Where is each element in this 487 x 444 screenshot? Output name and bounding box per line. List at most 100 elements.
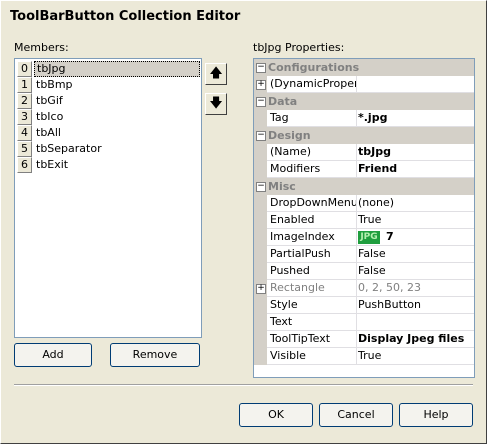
property-value[interactable]: False bbox=[356, 263, 474, 279]
property-row[interactable]: ImageIndex JPG 7 bbox=[254, 229, 474, 246]
property-row[interactable]: Text bbox=[254, 314, 474, 331]
list-item[interactable]: 1 tbBmp bbox=[16, 77, 200, 93]
list-item[interactable]: 0 tbJpg bbox=[16, 61, 200, 77]
cancel-button[interactable]: Cancel bbox=[319, 403, 393, 427]
list-item-index: 2 bbox=[17, 93, 32, 109]
property-row[interactable]: Pushed False bbox=[254, 263, 474, 280]
list-item[interactable]: 4 tbAll bbox=[16, 125, 200, 141]
separator bbox=[14, 384, 473, 386]
move-up-button[interactable]: 🡅 bbox=[205, 63, 227, 85]
row-gutter bbox=[254, 348, 267, 365]
property-value[interactable]: PushButton bbox=[356, 297, 474, 313]
list-item[interactable]: 2 tbGif bbox=[16, 93, 200, 109]
category-row[interactable]: − Design bbox=[254, 127, 474, 144]
row-gutter bbox=[254, 229, 267, 246]
list-item-name: tbBmp bbox=[36, 78, 73, 91]
collapse-icon[interactable]: − bbox=[256, 182, 266, 192]
property-name: Tag bbox=[268, 110, 357, 126]
row-gutter bbox=[254, 212, 267, 229]
remove-button[interactable]: Remove bbox=[110, 343, 200, 367]
property-value[interactable]: JPG 7 bbox=[356, 229, 474, 245]
list-item-name: tbGif bbox=[36, 94, 63, 107]
list-item-index: 1 bbox=[17, 77, 32, 93]
list-item-index: 5 bbox=[17, 141, 32, 157]
category-name: Data bbox=[268, 95, 298, 108]
row-gutter bbox=[254, 246, 267, 263]
property-name: ImageIndex bbox=[268, 229, 357, 245]
property-name: Rectangle bbox=[268, 280, 357, 296]
property-name: Pushed bbox=[268, 263, 357, 279]
list-item-index: 4 bbox=[17, 125, 32, 141]
add-button[interactable]: Add bbox=[14, 343, 92, 367]
row-gutter bbox=[254, 195, 267, 212]
property-grid[interactable]: −Configurations+(DynamicPropertie−DataTa… bbox=[253, 58, 475, 378]
list-item-index: 0 bbox=[17, 61, 32, 77]
property-value[interactable]: True bbox=[356, 212, 474, 228]
property-value[interactable]: (none) bbox=[356, 195, 474, 211]
collapse-icon[interactable]: − bbox=[256, 63, 266, 73]
property-row[interactable]: Tag *.jpg bbox=[254, 110, 474, 127]
property-name: (Name) bbox=[268, 144, 357, 160]
property-value[interactable]: True bbox=[356, 348, 474, 364]
expand-icon[interactable]: + bbox=[256, 284, 266, 294]
property-row[interactable]: Enabled True bbox=[254, 212, 474, 229]
list-item[interactable]: 5 tbSeparator bbox=[16, 141, 200, 157]
property-name: PartialPush bbox=[268, 246, 357, 262]
property-name: Style bbox=[268, 297, 357, 313]
property-value[interactable]: *.jpg bbox=[356, 110, 474, 126]
list-item[interactable]: 6 tbExit bbox=[16, 157, 200, 173]
category-row[interactable]: − Configurations bbox=[254, 59, 474, 76]
list-item-name: tbJpg bbox=[34, 61, 200, 77]
list-item-name: tbIco bbox=[36, 110, 64, 123]
row-gutter bbox=[254, 161, 267, 178]
property-name: Enabled bbox=[268, 212, 357, 228]
list-item-name: tbAll bbox=[36, 126, 61, 139]
property-name: Visible bbox=[268, 348, 357, 364]
properties-label: tbJpg Properties: bbox=[253, 41, 345, 54]
property-value[interactable] bbox=[356, 314, 474, 330]
move-down-button[interactable]: 🡇 bbox=[205, 93, 227, 115]
property-row[interactable]: Visible True bbox=[254, 348, 474, 365]
expand-icon[interactable]: + bbox=[256, 80, 266, 90]
list-item-index: 6 bbox=[17, 157, 32, 173]
window-title: ToolBarButton Collection Editor bbox=[10, 9, 241, 24]
property-row[interactable]: (Name) tbJpg bbox=[254, 144, 474, 161]
property-row[interactable]: +(DynamicPropertie bbox=[254, 76, 474, 93]
property-value[interactable]: 0, 2, 50, 23 bbox=[356, 280, 474, 296]
property-row[interactable]: Style PushButton bbox=[254, 297, 474, 314]
category-row[interactable]: − Data bbox=[254, 93, 474, 110]
row-gutter bbox=[254, 331, 267, 348]
help-button-label: Help bbox=[423, 408, 449, 421]
row-gutter bbox=[254, 110, 267, 127]
property-value[interactable]: tbJpg bbox=[356, 144, 474, 160]
property-value[interactable]: Display Jpeg files bbox=[356, 331, 474, 347]
property-value[interactable]: Friend bbox=[356, 161, 474, 177]
row-gutter bbox=[254, 297, 267, 314]
property-value[interactable]: False bbox=[356, 246, 474, 262]
ok-button[interactable]: OK bbox=[239, 403, 313, 427]
property-row[interactable]: Modifiers Friend bbox=[254, 161, 474, 178]
remove-button-label: Remove bbox=[132, 348, 178, 361]
jpg-image-icon: JPG bbox=[358, 230, 380, 244]
property-name: Modifiers bbox=[268, 161, 357, 177]
down-arrow-icon: 🡇 bbox=[209, 96, 223, 111]
members-label: Members: bbox=[14, 41, 69, 54]
property-value-text: 7 bbox=[386, 230, 394, 243]
row-gutter bbox=[254, 263, 267, 280]
help-button[interactable]: Help bbox=[399, 403, 473, 427]
category-name: Configurations bbox=[268, 61, 360, 74]
category-name: Design bbox=[268, 129, 311, 142]
members-list[interactable]: 0 tbJpg 1 tbBmp 2 tbGif 3 tbIco 4 tbAll 5 tbSeparat… bbox=[14, 58, 202, 338]
category-row[interactable]: − Misc bbox=[254, 178, 474, 195]
property-row[interactable]: DropDownMenu (none) bbox=[254, 195, 474, 212]
title-bar[interactable]: ToolBarButton Collection Editor bbox=[4, 4, 485, 30]
property-row[interactable]: PartialPush False bbox=[254, 246, 474, 263]
list-item[interactable]: 3 tbIco bbox=[16, 109, 200, 125]
property-value[interactable] bbox=[356, 76, 474, 92]
row-gutter bbox=[254, 314, 267, 331]
collapse-icon[interactable]: − bbox=[256, 97, 266, 107]
collapse-icon[interactable]: − bbox=[256, 131, 266, 141]
property-row[interactable]: ToolTipText Display Jpeg files bbox=[254, 331, 474, 348]
property-row[interactable]: + Rectangle 0, 2, 50, 23 bbox=[254, 280, 474, 297]
row-gutter bbox=[254, 144, 267, 161]
